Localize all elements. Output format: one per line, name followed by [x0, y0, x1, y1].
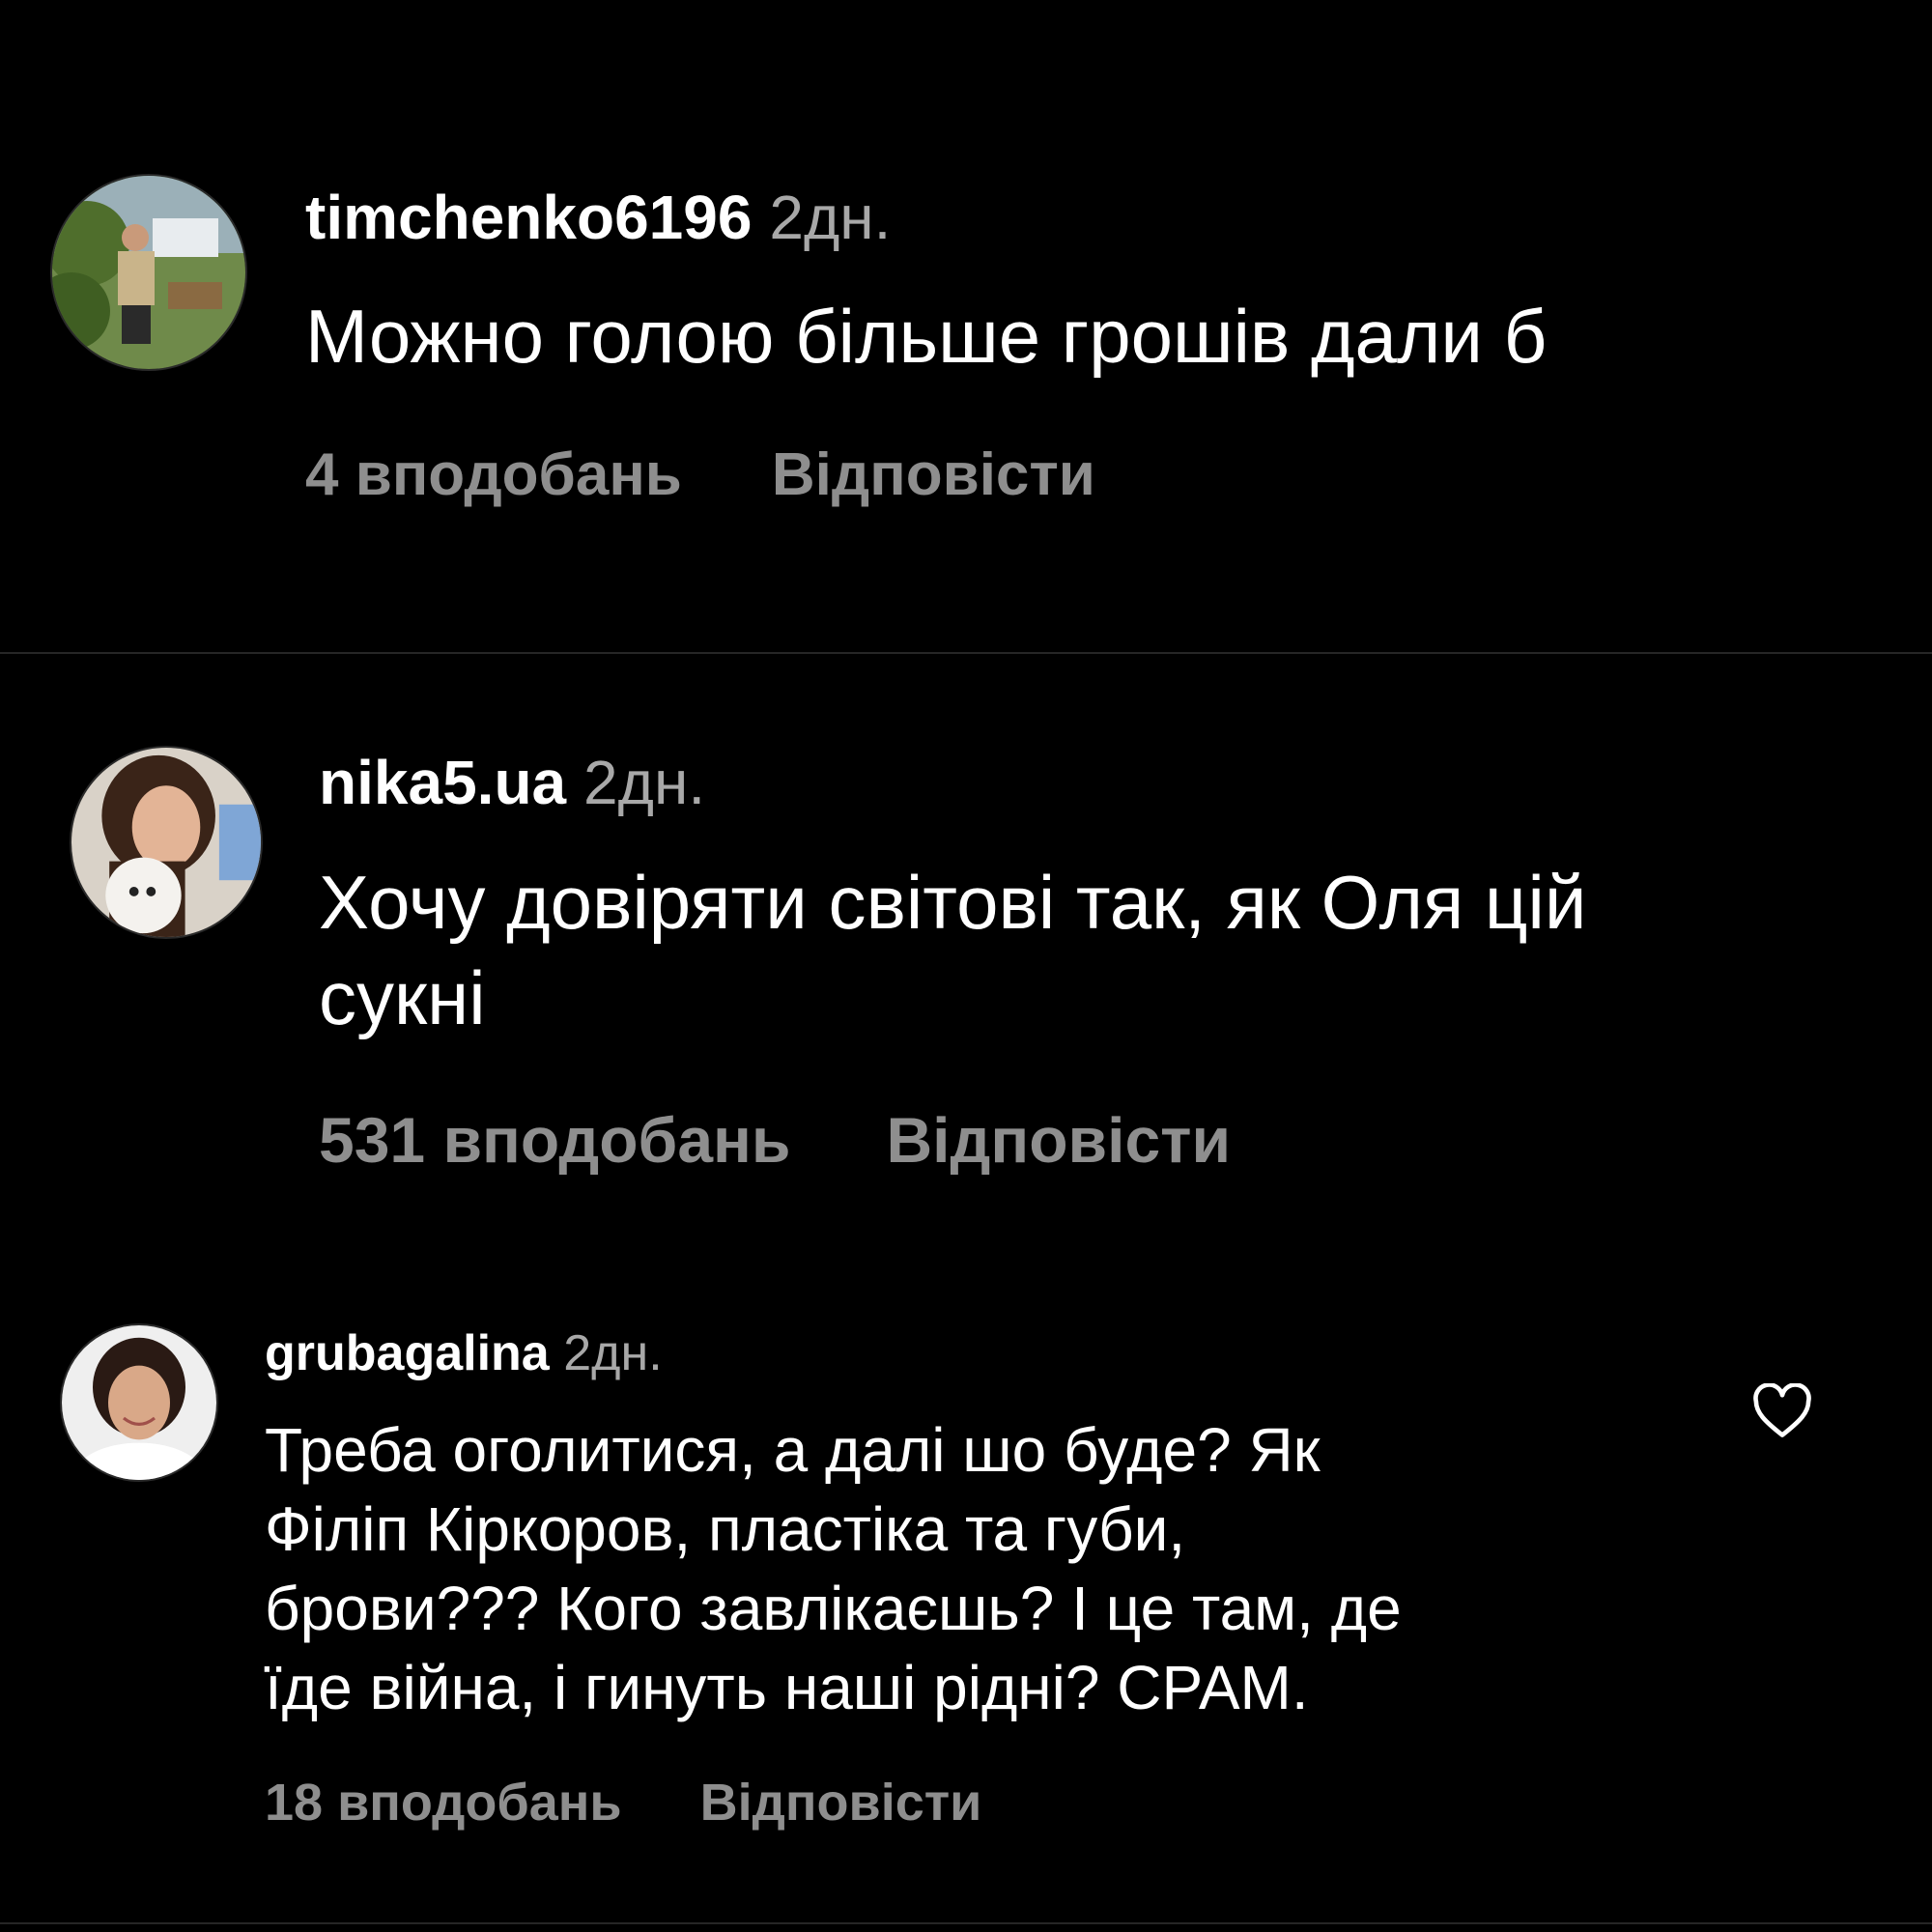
comment-meta: nika5.ua 2дн.: [319, 744, 705, 821]
divider: [0, 652, 1932, 654]
comment-meta: timchenko6196 2дн.: [305, 179, 891, 256]
comment-actions: 531 вподобань Відповісти: [319, 1099, 1231, 1180]
heart-icon[interactable]: [1752, 1383, 1812, 1439]
comment-time: 2дн.: [563, 1325, 663, 1381]
reply-button[interactable]: Відповісти: [886, 1104, 1231, 1176]
avatar[interactable]: [60, 1323, 218, 1482]
username[interactable]: nika5.ua: [319, 748, 566, 817]
reply-button[interactable]: Відповісти: [772, 441, 1095, 508]
comment-time: 2дн.: [769, 183, 892, 252]
avatar[interactable]: [70, 746, 263, 939]
comment-meta: grubagalina 2дн.: [265, 1321, 663, 1385]
comment-text: Треба оголитися, а далі шо буде? Як Філі…: [265, 1415, 1402, 1722]
comment-actions: 4 вподобань Відповісти: [305, 437, 1095, 514]
comment-time: 2дн.: [583, 748, 706, 817]
comment-text: Хочу довіряти світові так, як Оля цій су…: [319, 860, 1587, 1040]
likes-count[interactable]: 4 вподобань: [305, 441, 682, 508]
reply-button[interactable]: Відповісти: [700, 1774, 982, 1832]
username[interactable]: timchenko6196: [305, 183, 752, 252]
avatar[interactable]: [50, 174, 247, 371]
likes-count[interactable]: 531 вподобань: [319, 1104, 790, 1176]
likes-count[interactable]: 18 вподобань: [265, 1774, 622, 1832]
username[interactable]: grubagalina: [265, 1325, 550, 1381]
comment-text: Можно голою більше грошів дали б: [305, 294, 1548, 379]
divider: [0, 1922, 1932, 1924]
comment-actions: 18 вподобань Відповісти: [265, 1770, 981, 1835]
